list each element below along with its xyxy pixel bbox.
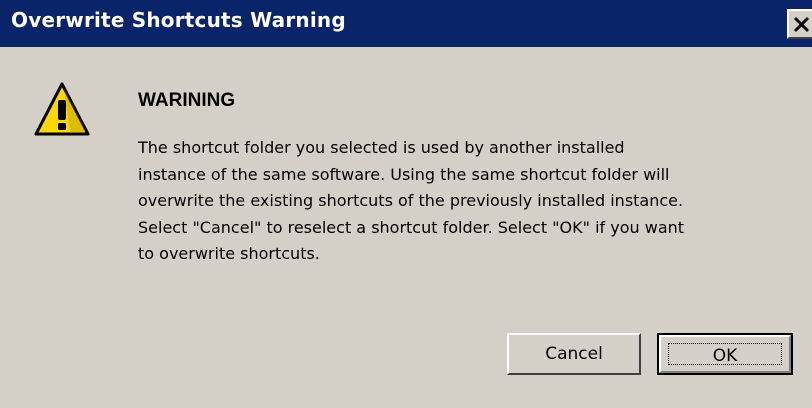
message-line: The shortcut folder you selected is used… — [138, 138, 625, 157]
close-icon — [793, 16, 810, 33]
message-line: overwrite the existing shortcuts of the … — [138, 191, 684, 210]
warning-icon — [34, 82, 90, 136]
message-text: The shortcut folder you selected is used… — [138, 135, 808, 268]
cancel-button[interactable]: Cancel — [507, 333, 641, 375]
title-bar[interactable]: Overwrite Shortcuts Warning — [0, 0, 812, 47]
close-button[interactable] — [787, 9, 812, 39]
dialog-heading: WARINING — [138, 90, 236, 111]
message-line: to overwrite shortcuts. — [138, 244, 320, 263]
window-title: Overwrite Shortcuts Warning — [11, 8, 346, 32]
message-line: instance of the same software. Using the… — [138, 164, 670, 184]
message-line: Select "Cancel" to reselect a shortcut f… — [138, 217, 685, 237]
ok-button-label: OK — [668, 343, 782, 366]
ok-button[interactable]: OK — [657, 333, 793, 375]
warning-dialog: Overwrite Shortcuts Warning WARINING The… — [0, 0, 812, 408]
ok-button-bevel: OK — [659, 335, 791, 373]
